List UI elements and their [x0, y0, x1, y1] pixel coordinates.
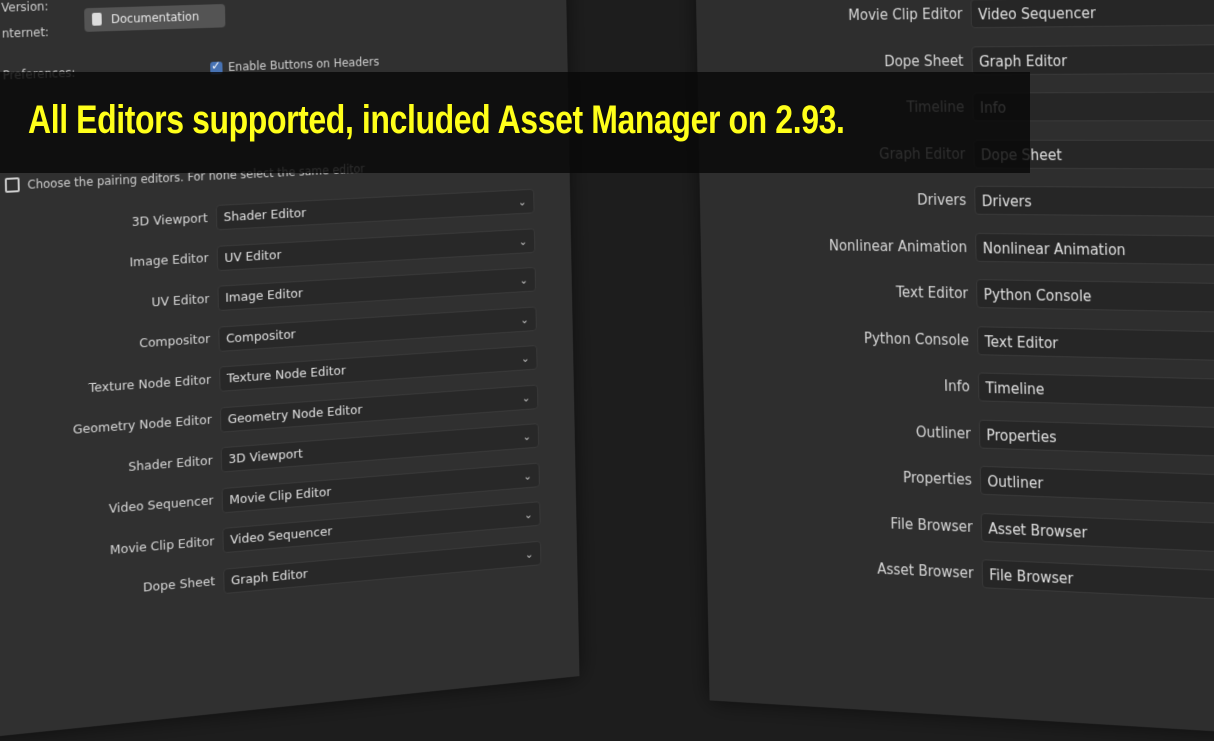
paired-editor-value: File Browser — [989, 566, 1074, 588]
chevron-down-icon: ⌄ — [520, 313, 529, 326]
paired-editor-value: UV Editor — [224, 247, 282, 266]
documentation-button[interactable]: Documentation — [84, 3, 226, 32]
paired-editor-value: Outliner — [987, 472, 1044, 493]
paired-editor-dropdown[interactable]: Asset Browser⌄ — [980, 512, 1214, 559]
paired-editor-value: Graph Editor — [230, 566, 308, 589]
editor-label: Properties — [902, 468, 972, 489]
paired-editor-value: Video Sequencer — [977, 4, 1096, 24]
paired-editor-value: Image Editor — [225, 286, 303, 306]
editor-label: Texture Node Editor — [88, 372, 212, 396]
paired-editor-dropdown[interactable]: Shader Editor ⌄ — [215, 188, 535, 231]
editor-pair-row: Text Editor Python Console⌄ — [701, 275, 1214, 316]
paired-editor-value: Compositor — [225, 327, 296, 347]
editor-pair-row: Outliner Properties⌄ — [704, 411, 1214, 462]
chevron-down-icon: ⌄ — [518, 195, 527, 209]
editor-label: UV Editor — [151, 291, 210, 310]
editor-label: Nonlinear Animation — [828, 236, 968, 256]
editor-label: Geometry Node Editor — [72, 412, 212, 438]
paired-editor-dropdown[interactable]: Texture Node Editor ⌄ — [219, 345, 538, 392]
paired-editor-dropdown[interactable]: Image Editor ⌄ — [217, 266, 537, 312]
editor-label: Outliner — [915, 422, 972, 442]
editor-pair-row: Properties Outliner⌄ — [705, 456, 1214, 510]
paired-editor-dropdown[interactable]: Video Sequencer⌄ — [970, 0, 1214, 29]
paired-editor-value: Texture Node Editor — [226, 363, 346, 387]
chevron-down-icon: ⌄ — [524, 508, 533, 522]
editor-label: Video Sequencer — [108, 493, 214, 517]
paired-editor-value: Graph Editor — [978, 51, 1068, 70]
paired-editor-dropdown[interactable]: UV Editor ⌄ — [216, 227, 536, 271]
paired-editor-value: Nonlinear Animation — [982, 239, 1126, 259]
paired-editor-dropdown[interactable]: Graph Editor⌄ — [971, 42, 1214, 75]
editor-label: Dope Sheet — [142, 574, 216, 596]
chevron-down-icon: ⌄ — [519, 273, 529, 287]
editor-pair-row: Info Timeline⌄ — [703, 366, 1214, 413]
paired-editor-dropdown[interactable]: Drivers⌄ — [974, 185, 1214, 219]
caption-text: All Editors supported, included Asset Ma… — [28, 98, 845, 142]
editor-label: Asset Browser — [877, 560, 974, 582]
window-icon — [4, 177, 20, 193]
paired-editor-dropdown[interactable]: Timeline⌄ — [977, 372, 1214, 413]
paired-editor-value: Movie Clip Editor — [229, 484, 332, 508]
chevron-down-icon: ⌄ — [525, 547, 534, 561]
paired-editor-dropdown[interactable]: Nonlinear Animation⌄ — [975, 232, 1214, 267]
paired-editor-dropdown[interactable]: Python Console⌄ — [976, 279, 1214, 316]
editor-pair-row: DriversDrivers⌄ — [700, 184, 1214, 219]
editor-label: Movie Clip Editor — [109, 534, 215, 558]
paired-editor-value: Text Editor — [984, 332, 1059, 352]
chevron-down-icon: ⌄ — [522, 430, 532, 444]
editor-pair-row: Python Console Text Editor⌄ — [702, 320, 1214, 365]
editor-label: Python Console — [863, 329, 970, 349]
paired-editor-value: Shader Editor — [223, 206, 307, 226]
paired-editor-dropdown[interactable]: File Browser⌄ — [981, 559, 1214, 608]
book-icon — [91, 12, 102, 26]
editor-label: File Browser — [890, 514, 973, 536]
paired-editor-value: Geometry Node Editor — [227, 402, 363, 427]
chevron-down-icon: ⌄ — [518, 234, 528, 248]
paired-editor-dropdown[interactable]: Geometry Node Editor ⌄ — [219, 384, 539, 433]
paired-editor-dropdown[interactable]: Outliner⌄ — [979, 465, 1214, 510]
editor-label: 3D Viewport — [131, 210, 208, 230]
internet-label: nternet: — [1, 25, 50, 41]
paired-editor-value: 3D Viewport — [228, 446, 304, 468]
editor-label: Dope Sheet — [883, 51, 964, 70]
paired-editor-dropdown[interactable]: Properties⌄ — [978, 419, 1214, 462]
paired-editor-value: Properties — [986, 426, 1057, 446]
paired-editor-value: Drivers — [981, 192, 1032, 211]
editor-label: Drivers — [917, 191, 967, 209]
editor-pair-row: Movie Clip Editor Video Sequencer⌄ — [696, 0, 1214, 31]
editor-label: Image Editor — [129, 251, 209, 271]
documentation-label: Documentation — [110, 9, 200, 27]
chevron-down-icon: ⌄ — [523, 469, 532, 483]
editor-label: Compositor — [139, 332, 211, 352]
paired-editor-value: Timeline — [985, 379, 1045, 399]
editor-label: Info — [943, 377, 971, 396]
paired-editor-value: Asset Browser — [988, 519, 1088, 542]
editor-label: Movie Clip Editor — [848, 5, 963, 24]
chevron-down-icon: ⌄ — [521, 391, 531, 405]
editor-label: Shader Editor — [128, 453, 213, 475]
editor-label: Text Editor — [895, 283, 969, 303]
chevron-down-icon: ⌄ — [521, 352, 530, 365]
editor-pair-row: Asset Browser File Browser⌄ — [707, 547, 1214, 608]
paired-editor-dropdown[interactable]: Text Editor⌄ — [976, 325, 1214, 365]
editor-pair-row: Nonlinear AnimationNonlinear Animation⌄ — [700, 230, 1214, 267]
paired-editor-value: Video Sequencer — [230, 524, 333, 548]
paired-editor-value: Python Console — [983, 285, 1092, 306]
version-label: Version: — [1, 0, 49, 15]
paired-editor-dropdown[interactable]: Compositor ⌄ — [218, 305, 537, 352]
